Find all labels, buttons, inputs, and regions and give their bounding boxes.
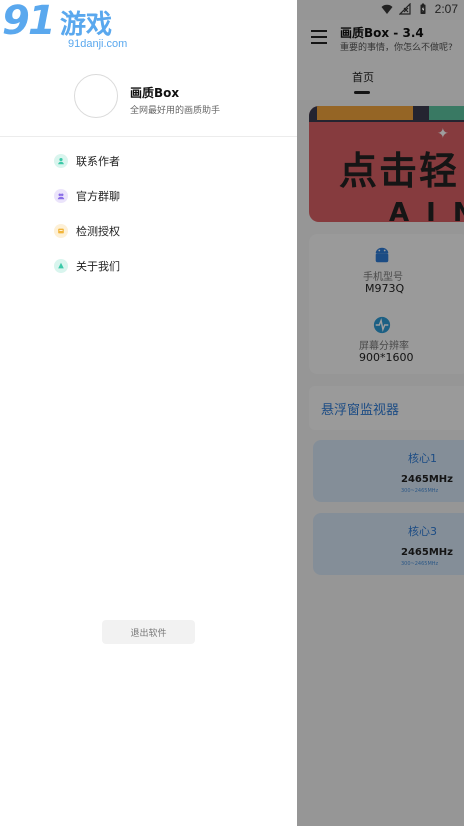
battery-icon (420, 3, 426, 14)
no-signal-icon (398, 3, 411, 15)
exit-app-button[interactable]: 退出软件 (102, 620, 195, 644)
menu-item-label: 检测授权 (76, 225, 120, 238)
wifi-icon (381, 4, 393, 14)
menu-item-label: 官方群聊 (76, 190, 120, 203)
drawer-scrim[interactable] (297, 0, 464, 826)
avatar[interactable] (74, 74, 118, 118)
navigation-drawer: 画质Box 全网最好用的画质助手 联系作者 官方群聊 检测授权 关于我们 退出软… (0, 0, 297, 826)
logo-text: 游戏 (60, 10, 113, 40)
status-time: 2:07 (434, 2, 458, 16)
menu-item-check-license[interactable]: 检测授权 (48, 218, 248, 244)
logo-domain: 91danji.com (68, 38, 128, 50)
menu-item-label: 关于我们 (76, 260, 120, 273)
menu-item-contact-author[interactable]: 联系作者 (48, 148, 248, 174)
menu-item-about-us[interactable]: 关于我们 (48, 253, 248, 279)
info-icon (54, 259, 68, 273)
profile-description: 全网最好用的画质助手 (130, 106, 221, 116)
person-icon (54, 154, 68, 168)
logo-number: 91 (2, 0, 56, 44)
menu-item-label: 联系作者 (76, 155, 120, 168)
key-icon (54, 224, 68, 238)
drawer-divider (0, 136, 297, 137)
group-icon (54, 189, 68, 203)
watermark-logo: 91 游戏 91danji.com (2, 0, 134, 54)
menu-item-official-group[interactable]: 官方群聊 (48, 183, 248, 209)
profile-name: 画质Box (130, 86, 180, 100)
